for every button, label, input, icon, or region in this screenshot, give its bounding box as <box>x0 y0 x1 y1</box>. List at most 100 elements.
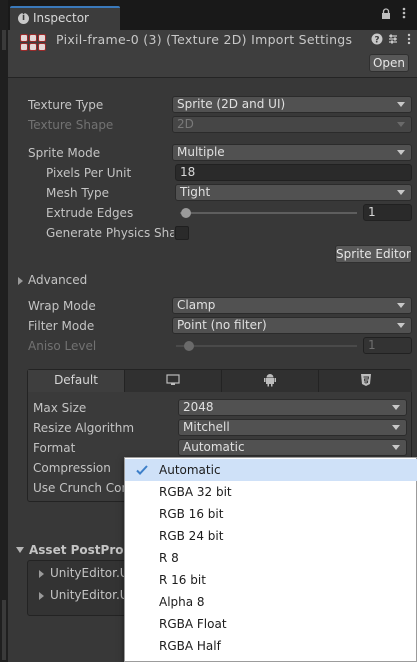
chevron-down-icon <box>392 445 400 450</box>
option-label: R 16 bit <box>159 573 206 587</box>
format-value: Automatic <box>183 440 245 454</box>
monitor-icon <box>166 374 180 385</box>
resize-algorithm-dropdown[interactable]: Mitchell <box>178 419 407 436</box>
open-button[interactable]: Open <box>369 54 409 72</box>
resize-algorithm-label: Resize Algorithm <box>33 421 135 435</box>
html5-icon <box>360 374 371 386</box>
option-label: RGB 24 bit <box>159 529 224 543</box>
extrude-edges-slider-knob[interactable] <box>181 208 191 218</box>
option-label: Alpha 8 <box>159 595 205 609</box>
left-strip-handle <box>2 30 6 50</box>
format-option-automatic[interactable]: Automatic <box>125 459 417 481</box>
texture-thumbnail <box>20 34 48 52</box>
format-option[interactable]: Alpha 8 <box>125 591 417 613</box>
chevron-down-icon <box>397 150 405 155</box>
generate-physics-shape-label: Generate Physics Shap <box>46 226 174 240</box>
wrap-mode-value: Clamp <box>177 298 216 312</box>
max-size-value: 2048 <box>183 400 214 414</box>
preset-icon[interactable] <box>387 33 399 48</box>
postprocessor-item[interactable]: UnityEditor.U <box>50 566 129 580</box>
extrude-edges-field[interactable]: 1 <box>363 204 412 221</box>
android-icon <box>264 374 276 387</box>
tab-android[interactable] <box>222 370 319 392</box>
texture-shape-value: 2D <box>177 117 194 131</box>
option-label: RGBA 32 bit <box>159 485 232 499</box>
chevron-down-icon <box>397 102 405 107</box>
inspector-header: Pixil-frame-0 (3) (Texture 2D) Import Se… <box>8 30 417 78</box>
tab-default-label: Default <box>54 373 98 387</box>
foldout-right-icon[interactable] <box>39 570 44 578</box>
foldout-right-icon[interactable] <box>39 592 44 600</box>
left-strip-scroll <box>2 600 6 660</box>
tab-default[interactable]: Default <box>28 370 125 392</box>
advanced-foldout-label[interactable]: Advanced <box>28 273 87 287</box>
checkmark-icon <box>136 465 148 475</box>
format-popup-menu: Automatic RGBA 32 bit RGB 16 bit RGB 24 … <box>124 457 417 662</box>
extrude-edges-slider-track[interactable] <box>180 212 357 214</box>
left-editor-strip <box>0 0 8 662</box>
chevron-down-icon <box>392 425 400 430</box>
texture-shape-dropdown: 2D <box>172 116 412 133</box>
format-dropdown[interactable]: Automatic <box>178 439 407 456</box>
postprocessor-item[interactable]: UnityEditor.U <box>50 588 129 602</box>
sprite-editor-button[interactable]: Sprite Editor <box>335 245 412 263</box>
pixels-per-unit-label: Pixels Per Unit <box>46 166 132 180</box>
resize-algorithm-value: Mitchell <box>183 420 230 434</box>
option-label: Automatic <box>159 463 221 477</box>
kebab-menu-icon[interactable] <box>398 6 410 23</box>
use-crunch-compression-label: Use Crunch Con <box>33 481 130 495</box>
texture-type-dropdown[interactable]: Sprite (2D and UI) <box>172 96 412 113</box>
chevron-down-icon <box>397 122 405 127</box>
help-icon[interactable]: ? <box>371 33 383 48</box>
aniso-level-label: Aniso Level <box>28 339 97 353</box>
aniso-level-slider-track <box>176 345 357 347</box>
postprocessor-list: UnityEditor.U UnityEditor.U <box>27 560 137 616</box>
mesh-type-dropdown[interactable]: Tight <box>175 184 412 201</box>
option-label: RGBA Float <box>159 617 227 631</box>
extrude-edges-label: Extrude Edges <box>46 206 134 220</box>
filter-mode-label: Filter Mode <box>28 319 95 333</box>
wrap-mode-dropdown[interactable]: Clamp <box>172 297 412 314</box>
option-label: RGBA Half <box>159 639 221 653</box>
texture-type-value: Sprite (2D and UI) <box>177 97 286 111</box>
format-option[interactable]: RGBA Float <box>125 613 417 635</box>
asset-postprocessors-title[interactable]: Asset PostProce <box>29 543 139 557</box>
foldout-down-icon[interactable] <box>16 547 24 553</box>
more-options-icon[interactable] <box>404 33 414 48</box>
compression-label: Compression <box>33 461 111 475</box>
aniso-level-slider-knob <box>184 341 194 351</box>
tab-inspector-label: Inspector <box>33 11 89 25</box>
max-size-label: Max Size <box>33 401 87 415</box>
filter-mode-value: Point (no filter) <box>177 318 267 332</box>
chevron-down-icon <box>397 323 405 328</box>
format-option[interactable]: RGBA Half <box>125 635 417 657</box>
wrap-mode-label: Wrap Mode <box>28 299 96 313</box>
tab-webgl[interactable] <box>319 370 412 392</box>
sprite-mode-value: Multiple <box>177 145 225 159</box>
format-option[interactable]: RGBA 32 bit <box>125 481 417 503</box>
format-option[interactable]: RGB 24 bit <box>125 525 417 547</box>
tab-standalone[interactable] <box>125 370 222 392</box>
chevron-down-icon <box>397 190 405 195</box>
pixels-per-unit-field[interactable]: 18 <box>175 164 412 181</box>
mesh-type-value: Tight <box>180 185 211 199</box>
option-label: RGB 16 bit <box>159 507 224 521</box>
foldout-right-icon[interactable] <box>18 277 23 285</box>
filter-mode-dropdown[interactable]: Point (no filter) <box>172 317 412 334</box>
format-option[interactable]: RGB 16 bit <box>125 503 417 525</box>
max-size-dropdown[interactable]: 2048 <box>178 399 407 416</box>
format-option[interactable]: R 8 <box>125 547 417 569</box>
option-label: R 8 <box>159 551 179 565</box>
lock-icon[interactable] <box>380 8 392 23</box>
generate-physics-shape-checkbox[interactable] <box>175 226 189 240</box>
mesh-type-label: Mesh Type <box>46 186 109 200</box>
tab-inspector[interactable]: i Inspector <box>10 6 120 30</box>
aniso-level-field: 1 <box>363 337 412 354</box>
texture-shape-label: Texture Shape <box>28 118 114 132</box>
header-title: Pixil-frame-0 (3) (Texture 2D) Import Se… <box>56 32 353 47</box>
sprite-mode-dropdown[interactable]: Multiple <box>172 144 412 161</box>
info-icon: i <box>18 13 29 24</box>
format-option[interactable]: R 16 bit <box>125 569 417 591</box>
sprite-mode-label: Sprite Mode <box>28 146 101 160</box>
format-label: Format <box>33 441 76 455</box>
